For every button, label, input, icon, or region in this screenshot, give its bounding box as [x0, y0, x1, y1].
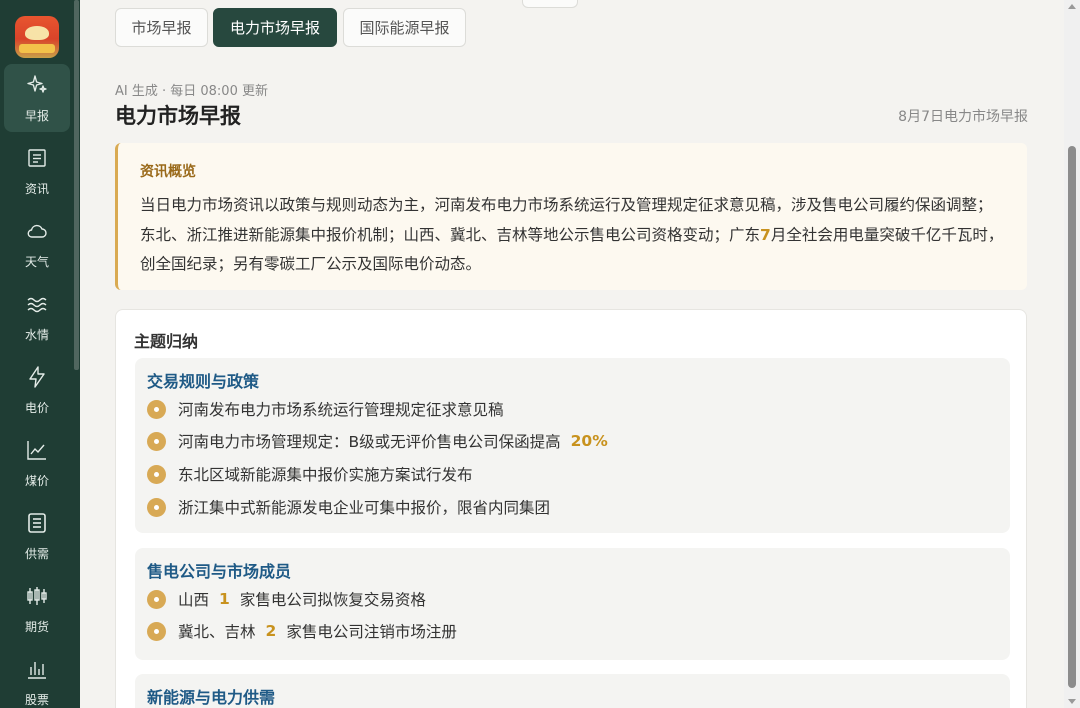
tab-market-report[interactable]: 市场早报	[115, 8, 208, 47]
count-highlight: 1	[219, 590, 230, 608]
sidebar-item-label: 水情	[24, 327, 49, 342]
sidebar-item-label: 早报	[24, 108, 49, 123]
main-scrollbar[interactable]	[1064, 0, 1080, 708]
sidebar: 早报 资讯 天气 水情 电价 煤价 供需 期货 股票	[0, 0, 80, 708]
candlestick-icon	[25, 584, 49, 612]
sidebar-item-supply-demand[interactable]: 供需	[4, 502, 70, 570]
news-icon	[25, 146, 49, 174]
summary-card: 资讯概览 当日电力市场资讯以政策与规则动态为主，河南发布电力市场系统运行及管理规…	[115, 143, 1027, 290]
sidebar-item-news[interactable]: 资讯	[4, 137, 70, 205]
sidebar-item-stocks[interactable]: 股票	[4, 648, 70, 708]
lightning-icon	[25, 365, 49, 393]
sidebar-item-label: 期货	[24, 619, 49, 634]
bullet-icon	[147, 464, 166, 484]
app-logo[interactable]	[15, 16, 59, 58]
sidebar-scrollbar[interactable]	[74, 0, 79, 708]
sidebar-item-coal-price[interactable]: 煤价	[4, 429, 70, 497]
sidebar-item-label: 天气	[24, 254, 49, 269]
topics-title: 主题归纳	[134, 332, 199, 351]
topic-group-new-energy: 新能源与电力供需	[135, 674, 1010, 708]
report-date-label: 8月7日电力市场早报	[898, 109, 1028, 125]
topic-group-retailers: 售电公司与市场成员 山西 1 家售电公司拟恢复交易资格 冀北、吉林 2 家售电公…	[135, 548, 1010, 660]
summary-highlight: 7	[760, 225, 771, 244]
topics-card: 主题归纳 交易规则与政策 河南发布电力市场系统运行管理规定征求意见稿 河南电力市…	[115, 309, 1027, 708]
cloud-icon	[25, 219, 49, 247]
topic-heading: 交易规则与政策	[147, 372, 260, 391]
page-title: 电力市场早报	[115, 104, 241, 128]
list-item[interactable]: 东北区域新能源集中报价实施方案试行发布	[147, 463, 473, 485]
update-meta: AI 生成 · 每日 08:00 更新	[115, 84, 268, 99]
sidebar-item-label: 股票	[24, 692, 49, 707]
bar-chart-icon	[25, 657, 49, 685]
line-chart-icon	[25, 438, 49, 466]
scroll-down-arrow-icon[interactable]	[1068, 699, 1076, 704]
list-item[interactable]: 山西 1 家售电公司拟恢复交易资格	[147, 588, 426, 610]
sidebar-item-label: 电价	[24, 400, 49, 415]
sparkle-icon	[25, 73, 49, 101]
bullet-icon	[147, 497, 166, 517]
topic-heading: 售电公司与市场成员	[147, 562, 292, 581]
tab-international-energy-report[interactable]: 国际能源早报	[343, 8, 466, 47]
sidebar-item-water[interactable]: 水情	[4, 283, 70, 351]
sidebar-scrollbar-thumb[interactable]	[74, 0, 79, 370]
sidebar-item-label: 煤价	[24, 473, 49, 488]
topic-group-trading-rules: 交易规则与政策 河南发布电力市场系统运行管理规定征求意见稿 河南电力市场管理规定…	[135, 358, 1010, 533]
sidebar-item-label: 供需	[24, 546, 49, 561]
list-item[interactable]: 河南发布电力市场系统运行管理规定征求意见稿	[147, 398, 504, 420]
water-icon	[25, 292, 49, 320]
bullet-icon	[147, 621, 166, 641]
sidebar-item-morning-report[interactable]: 早报	[4, 64, 70, 132]
sidebar-item-label: 资讯	[24, 181, 49, 196]
list-item[interactable]: 冀北、吉林 2 家售电公司注销市场注册	[147, 620, 457, 642]
scroll-up-arrow-icon[interactable]	[1068, 4, 1076, 9]
summary-heading: 资讯概览	[140, 164, 196, 180]
count-highlight: 2	[265, 622, 277, 640]
main-content: 市场早报 电力市场早报 国际能源早报 AI 生成 · 每日 08:00 更新 电…	[80, 0, 1064, 708]
main-scrollbar-thumb[interactable]	[1068, 146, 1076, 688]
bullet-icon	[147, 431, 166, 451]
tab-power-market-report[interactable]: 电力市场早报	[213, 8, 337, 47]
bullet-icon	[147, 399, 166, 419]
topic-heading: 新能源与电力供需	[147, 688, 276, 707]
list-item[interactable]: 浙江集中式新能源发电企业可集中报价，限省内同集团	[147, 496, 550, 518]
tab-stub	[522, 0, 578, 8]
bullet-icon	[147, 589, 166, 609]
sidebar-item-weather[interactable]: 天气	[4, 210, 70, 278]
list-item[interactable]: 河南电力市场管理规定：B级或无评价售电公司保函提高 20%	[147, 430, 608, 452]
document-icon	[25, 511, 49, 539]
sidebar-item-futures[interactable]: 期货	[4, 575, 70, 643]
sidebar-item-power-price[interactable]: 电价	[4, 356, 70, 424]
percent-highlight: 20%	[570, 432, 608, 450]
summary-text: 当日电力市场资讯以政策与规则动态为主，河南发布电力市场系统运行及管理规定征求意见…	[140, 196, 1004, 273]
